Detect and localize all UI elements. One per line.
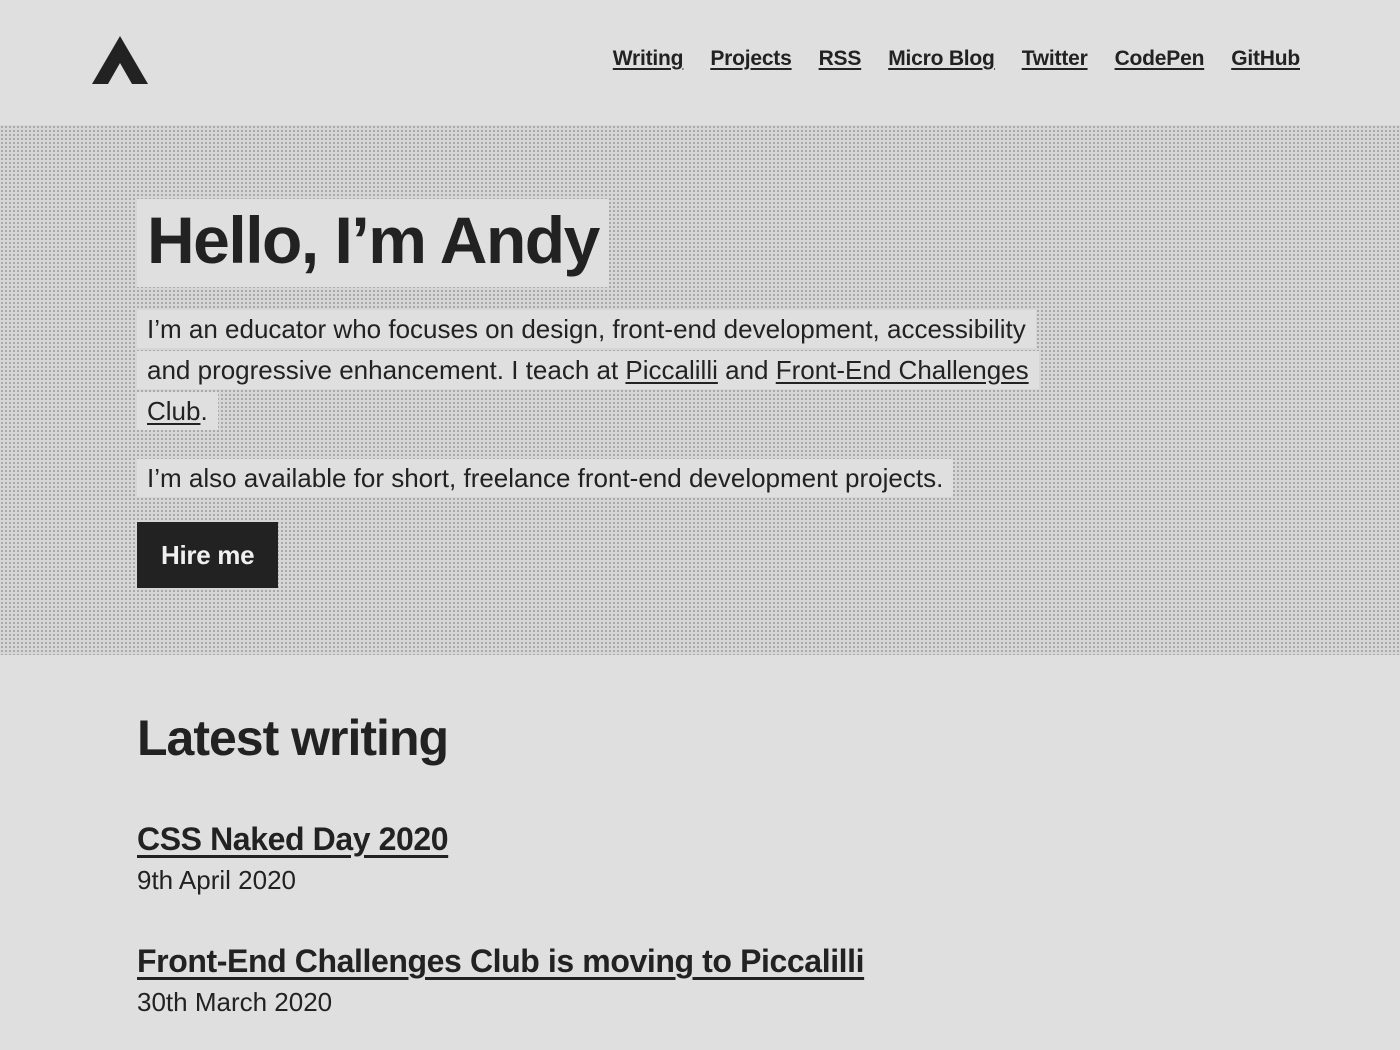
intro-text-and: and	[717, 355, 776, 385]
piccalilli-link[interactable]: Piccalilli	[625, 355, 717, 385]
site-header: Writing Projects RSS Micro Blog Twitter …	[0, 0, 1400, 125]
nav-link-writing[interactable]: Writing	[613, 47, 684, 70]
intro-paragraph: I’m an educator who focuses on design, f…	[137, 309, 1057, 432]
nav-item-micro-blog: Micro Blog	[888, 47, 995, 71]
hire-me-button[interactable]: Hire me	[137, 522, 279, 588]
nav-link-twitter[interactable]: Twitter	[1022, 47, 1088, 70]
nav-item-github: GitHub	[1231, 47, 1300, 71]
list-item: Front-End Challenges Club is moving to P…	[137, 941, 1400, 1019]
freelance-text: I’m also available for short, freelance …	[137, 459, 954, 497]
nav-link-micro-blog[interactable]: Micro Blog	[888, 47, 995, 70]
page-title: Hello, I’m Andy	[137, 199, 609, 287]
nav-link-rss[interactable]: RSS	[819, 47, 862, 70]
home-logo-link[interactable]	[92, 36, 148, 84]
main-nav: Writing Projects RSS Micro Blog Twitter …	[613, 47, 1300, 71]
nav-item-rss: RSS	[819, 47, 862, 71]
latest-writing-section: Latest writing CSS Naked Day 2020 9th Ap…	[0, 655, 1400, 1019]
freelance-paragraph: I’m also available for short, freelance …	[137, 458, 1057, 499]
nav-item-projects: Projects	[710, 47, 791, 71]
intro-text-end: .	[200, 396, 208, 426]
triangle-a-logo-icon	[92, 36, 148, 84]
nav-item-twitter: Twitter	[1022, 47, 1088, 71]
nav-link-github[interactable]: GitHub	[1231, 47, 1300, 70]
post-list: CSS Naked Day 2020 9th April 2020 Front-…	[137, 819, 1400, 1019]
nav-link-codepen[interactable]: CodePen	[1115, 47, 1205, 70]
post-title-link[interactable]: CSS Naked Day 2020	[137, 821, 449, 857]
nav-item-writing: Writing	[613, 47, 684, 71]
nav-link-projects[interactable]: Projects	[710, 47, 791, 70]
list-item: CSS Naked Day 2020 9th April 2020	[137, 819, 1400, 897]
intro-content: Hello, I’m Andy I’m an educator who focu…	[137, 199, 1057, 588]
post-title-link[interactable]: Front-End Challenges Club is moving to P…	[137, 943, 865, 979]
post-date: 30th March 2020	[137, 987, 333, 1017]
nav-item-codepen: CodePen	[1115, 47, 1205, 71]
post-date: 9th April 2020	[137, 865, 297, 895]
intro-hero: Hello, I’m Andy I’m an educator who focu…	[0, 125, 1400, 655]
latest-writing-heading: Latest writing	[137, 710, 449, 766]
